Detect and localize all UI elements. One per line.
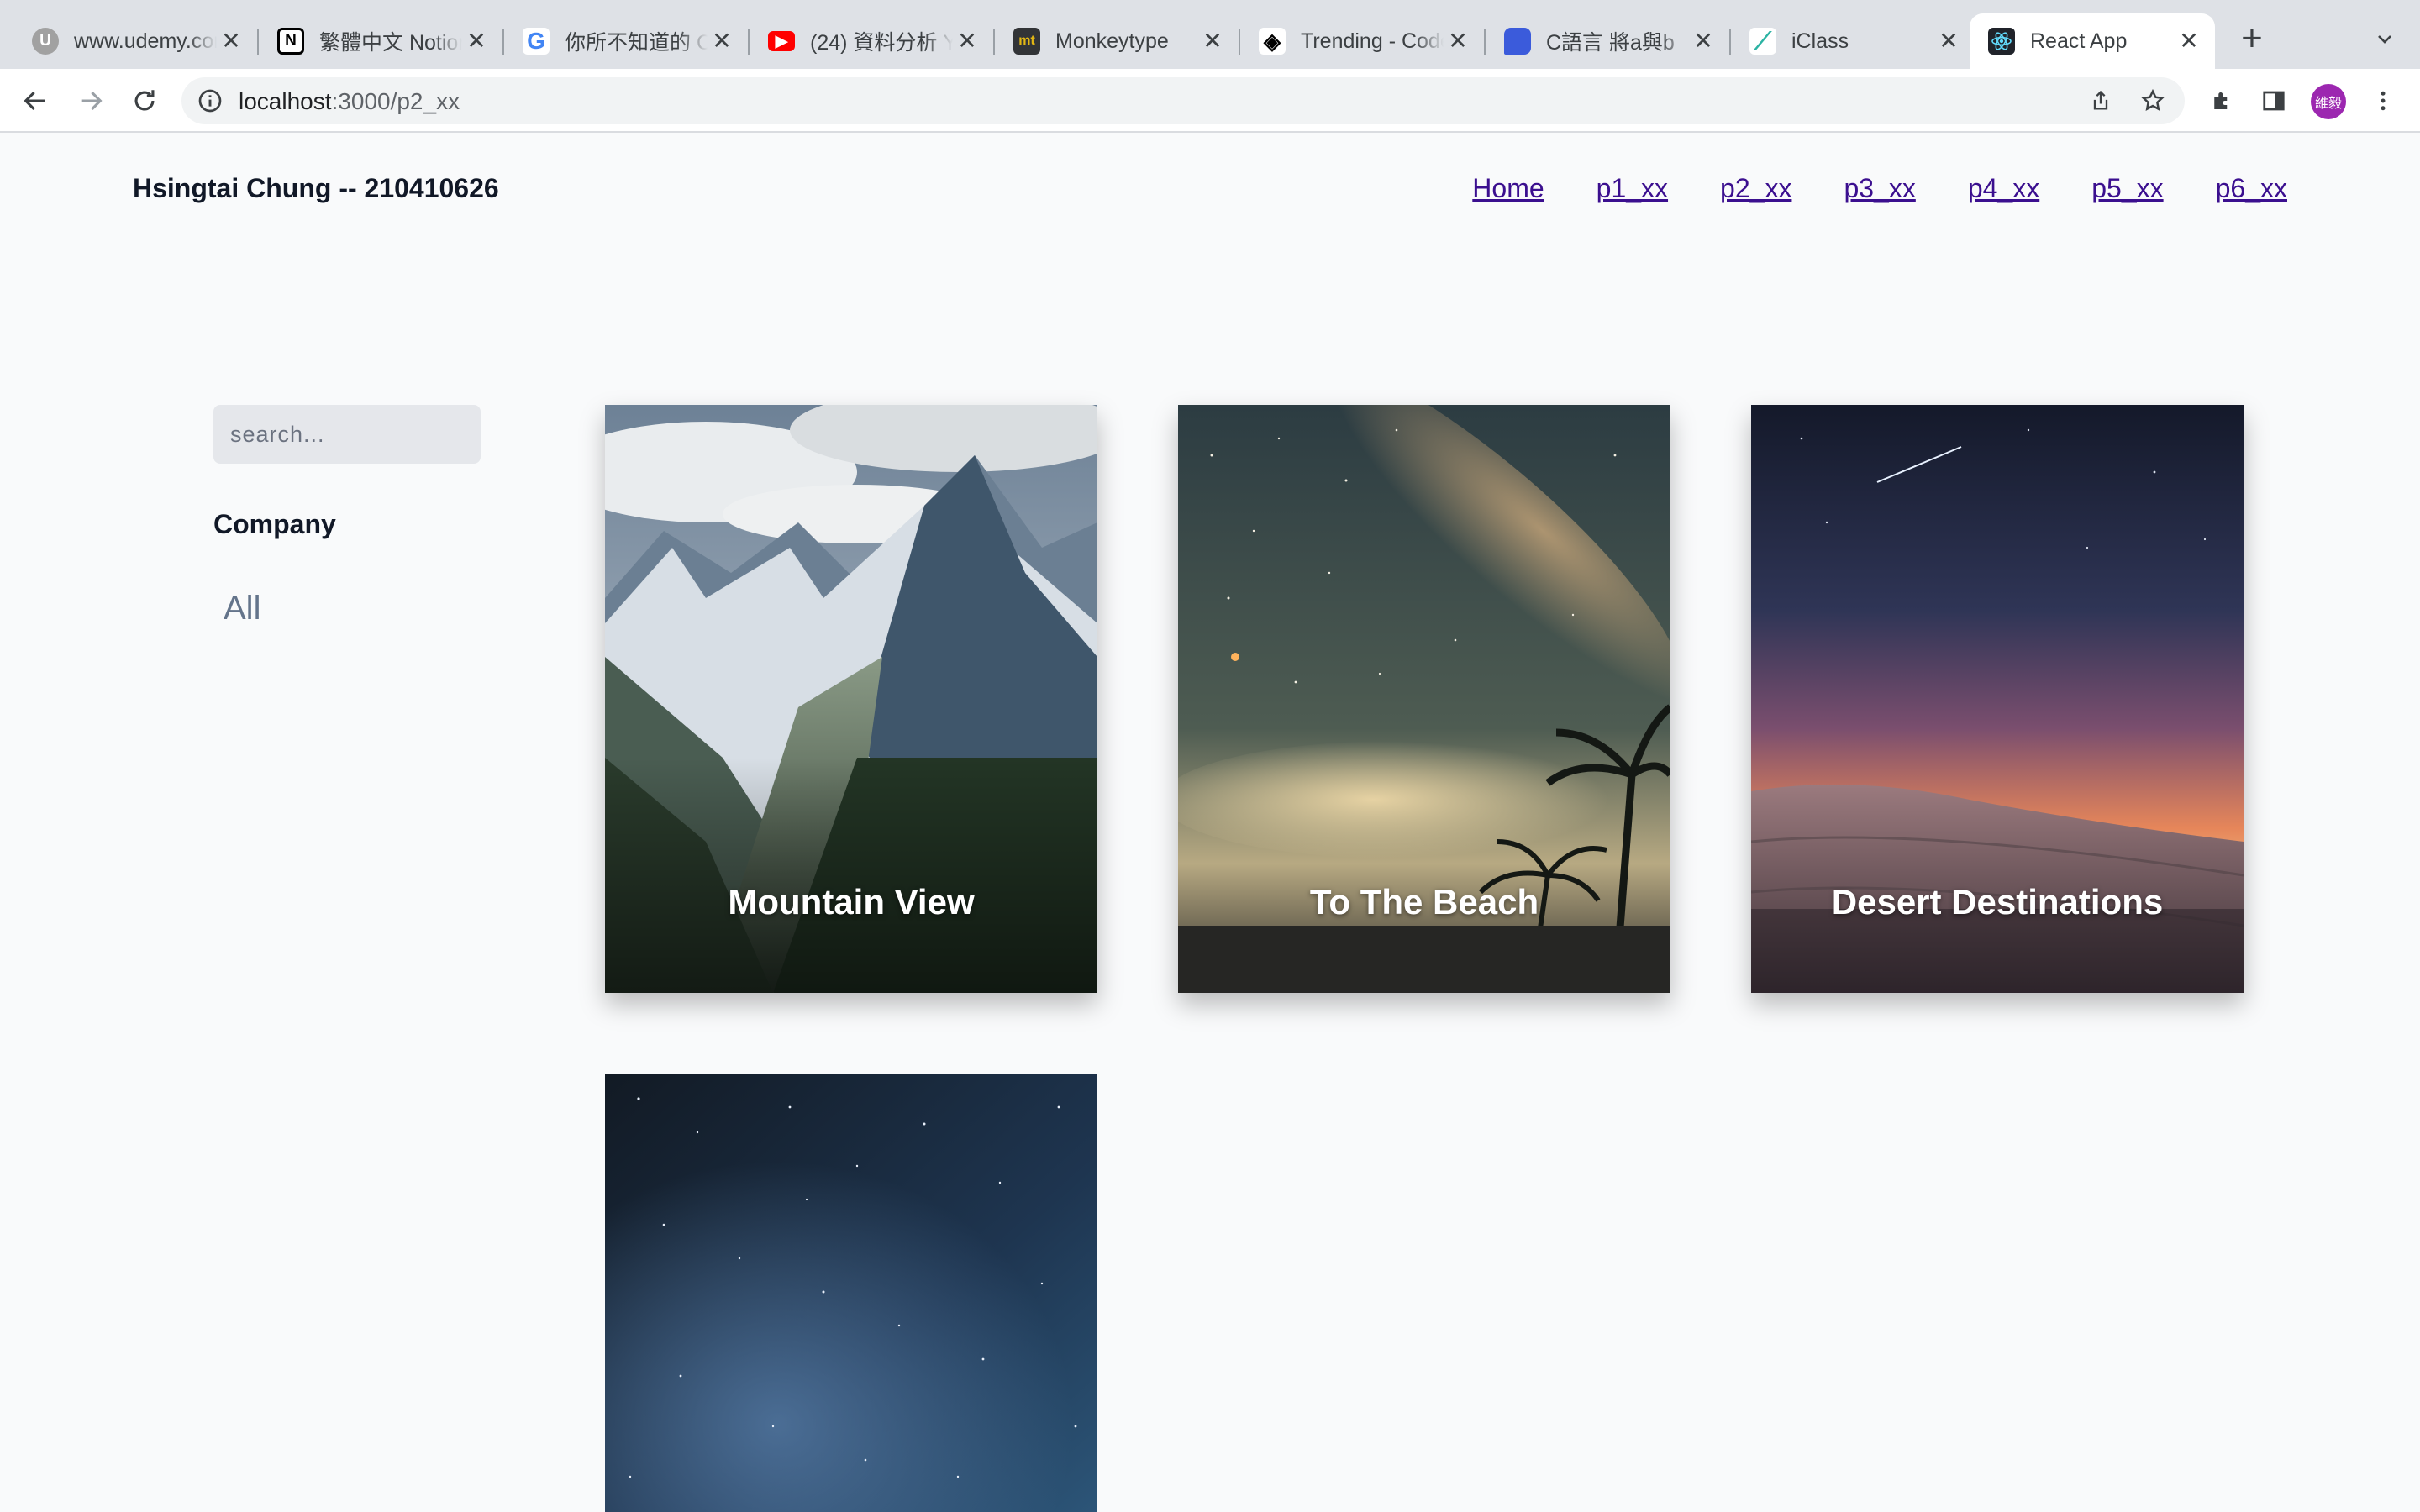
tab-chat[interactable]: C語言 將a與b ✕ [1486,13,1731,69]
close-icon[interactable]: ✕ [1198,26,1227,55]
site-brand: Hsingtai Chung -- 210410626 [133,173,499,203]
close-icon[interactable]: ✕ [708,26,736,55]
udemy-icon: U [32,28,59,55]
nav-link-p6[interactable]: p6_xx [2216,173,2287,204]
share-icon[interactable] [2084,84,2118,118]
tab-google[interactable]: G 你所不知道的 C ✕ [504,13,750,69]
tab-search-chevron-icon[interactable] [2365,18,2405,59]
nav-link-p3[interactable]: p3_xx [1844,173,1915,204]
codepen-icon: ◈ [1259,28,1286,55]
nav-link-p5[interactable]: p5_xx [2091,173,2163,204]
close-icon[interactable]: ✕ [1689,26,1718,55]
tab-title: (24) 資料分析 Y [810,31,953,55]
chat-icon [1504,28,1531,55]
iclass-icon: ⟋ [1749,28,1776,55]
nav-link-p1[interactable]: p1_xx [1597,173,1668,204]
tab-title: 繁體中文 Notion [319,31,462,55]
tab-udemy[interactable]: U www.udemy.com ✕ [13,13,259,69]
close-icon[interactable]: ✕ [1444,26,1472,55]
filter-section-title: Company [213,509,336,539]
tab-title: Monkeytype [1055,29,1169,53]
nav-link-p4[interactable]: p4_xx [1968,173,2039,204]
google-icon: G [523,28,550,55]
bookmark-star-icon[interactable] [2136,84,2170,118]
tab-title: www.udemy.com [74,29,217,53]
tab-title: iClass [1791,29,1849,53]
main-nav: Home p1_xx p2_xx p3_xx p4_xx p5_xx p6_xx [1472,173,2287,204]
tab-react-app[interactable]: React App ✕ [1970,13,2215,69]
close-icon[interactable]: ✕ [1934,26,1963,55]
side-panel-icon[interactable] [2250,77,2297,124]
tab-title: 你所不知道的 C [565,31,708,55]
card-title: Mountain View [728,882,975,921]
tab-title: Trending - Code [1301,29,1444,53]
card-title: To The Beach [1309,882,1539,921]
address-bar[interactable]: localhost:3000/p2_xx [182,77,2185,124]
tab-iclass[interactable]: ⟋ iClass ✕ [1731,13,1975,69]
url-text: localhost:3000/p2_xx [239,88,460,114]
back-arrow-icon[interactable] [12,77,59,124]
close-icon[interactable]: ✕ [217,26,245,55]
starry-sky-photo [605,1074,1097,1512]
tab-monkeytype[interactable]: mt Monkeytype ✕ [995,13,1240,69]
card-title: Desert Destinations [1831,882,2164,921]
tab-strip: U www.udemy.com ✕ N 繁體中文 Notion ✕ G 你所不知… [0,0,2420,69]
youtube-icon: ▶ [768,31,795,51]
product-card[interactable]: Mountain View [605,405,1097,993]
tab-notion[interactable]: N 繁體中文 Notion ✕ [259,13,504,69]
new-tab-plus-icon[interactable]: + [2232,18,2272,59]
notion-icon: N [277,28,304,55]
browser-toolbar: localhost:3000/p2_xx 維毅 [0,69,2420,133]
close-icon[interactable]: ✕ [2175,26,2203,55]
search-input[interactable] [213,405,481,464]
tab-codepen[interactable]: ◈ Trending - Code ✕ [1240,13,1486,69]
nav-link-p2[interactable]: p2_xx [1720,173,1791,204]
reload-icon[interactable] [121,77,168,124]
profile-avatar[interactable]: 維毅 [2311,84,2346,119]
filter-button-all[interactable]: All [224,590,260,627]
tab-title: React App [2030,29,2128,53]
react-icon [1988,28,2015,55]
monkeytype-icon: mt [1013,28,1040,55]
site-info-icon[interactable] [197,87,224,114]
close-icon[interactable]: ✕ [462,26,491,55]
product-card[interactable] [605,1074,1097,1512]
forward-arrow-icon[interactable] [67,77,114,124]
tab-youtube[interactable]: ▶ (24) 資料分析 Y ✕ [750,13,995,69]
tab-title: C語言 將a與b [1546,31,1675,55]
more-vertical-icon[interactable] [2360,77,2407,124]
nav-link-home[interactable]: Home [1472,173,1544,204]
product-card[interactable]: To The Beach [1178,405,1670,993]
close-icon[interactable]: ✕ [953,26,981,55]
extensions-puzzle-icon[interactable] [2198,77,2245,124]
product-card[interactable]: Desert Destinations [1751,405,2244,993]
